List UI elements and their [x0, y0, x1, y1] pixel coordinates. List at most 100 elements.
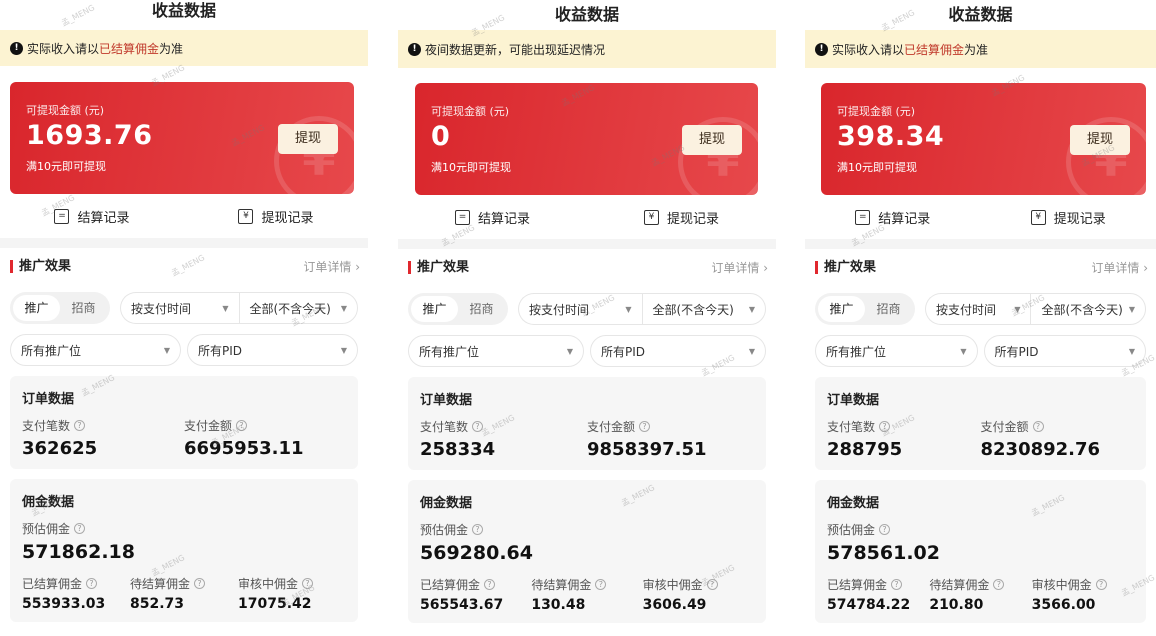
pending-value: 130.48: [531, 597, 586, 613]
pay-count-metric: 支付笔数? 362625: [22, 417, 184, 459]
position-dropdown[interactable]: 所有推广位 ▼: [815, 335, 978, 367]
review-value: 3606.49: [642, 597, 707, 613]
help-icon[interactable]: ?: [86, 578, 98, 589]
help-icon[interactable]: ?: [639, 421, 651, 432]
records-bar: = 结算记录 ¥ 提现记录: [0, 194, 368, 238]
help-icon[interactable]: ?: [194, 578, 206, 589]
help-icon[interactable]: ?: [1032, 421, 1044, 432]
pid-dropdown[interactable]: 所有PID ▼: [983, 335, 1146, 367]
promote-merchant-toggle: 推广 招商: [815, 293, 915, 325]
caret-down-icon: ▼: [748, 346, 755, 356]
pay-amount-metric: 支付金额? 9858397.51: [587, 418, 754, 460]
pid-value: 所有PID: [601, 344, 646, 359]
segment-promote[interactable]: 推广: [818, 296, 865, 322]
withdraw-records-link[interactable]: ¥ 提现记录: [184, 207, 368, 226]
pay-amount-value: 6695953.11: [184, 438, 304, 459]
pay-amount-label: 支付金额?: [587, 418, 754, 435]
help-icon[interactable]: ?: [302, 578, 314, 589]
commission-data-title: 佣金数据: [827, 496, 880, 511]
withdraw-records-link[interactable]: ¥ 提现记录: [981, 208, 1156, 227]
commission-data-box: 佣金数据 预估佣金? 578561.02 已结算佣金? 574784.22 待结…: [815, 480, 1146, 623]
help-icon[interactable]: ?: [236, 420, 248, 431]
settle-records-link[interactable]: = 结算记录: [398, 208, 587, 227]
commission-breakdown: 已结算佣金? 553933.03 待结算佣金? 852.73 审核中佣金? 17…: [22, 575, 346, 612]
help-icon[interactable]: ?: [1095, 579, 1107, 590]
time-type-dropdown[interactable]: 按支付时间 ▼: [925, 293, 1031, 325]
info-icon: !: [408, 42, 421, 56]
range-dropdown[interactable]: 全部(不含今天) ▼: [641, 293, 766, 325]
help-icon[interactable]: ?: [74, 420, 86, 431]
help-icon[interactable]: ?: [879, 524, 891, 535]
balance-label: 可提现金额 (元): [837, 105, 916, 118]
pending-label: 待结算佣金?: [531, 576, 642, 593]
withdraw-records-link[interactable]: ¥ 提现记录: [587, 208, 776, 227]
withdraw-button[interactable]: 提现: [682, 125, 742, 155]
withdraw-button[interactable]: 提现: [278, 124, 338, 154]
range-dropdown[interactable]: 全部(不含今天) ▼: [1030, 293, 1146, 325]
settle-records-link[interactable]: = 结算记录: [805, 208, 981, 227]
info-icon: !: [815, 42, 828, 56]
order-details-link[interactable]: 订单详情 ›: [711, 259, 768, 276]
segment-merchant[interactable]: 招商: [458, 296, 505, 322]
help-icon[interactable]: ?: [993, 579, 1005, 590]
pay-amount-label-text: 支付金额: [184, 419, 233, 433]
balance-label: 可提现金额 (元): [431, 105, 510, 118]
order-details-link[interactable]: 订单详情 ›: [303, 258, 360, 275]
settle-records-link[interactable]: = 结算记录: [0, 207, 184, 226]
pay-amount-label-text: 支付金额: [980, 420, 1029, 434]
notice-prefix: 实际收入请以: [832, 42, 905, 57]
withdraw-threshold-note: 满10元即可提现: [431, 161, 511, 174]
help-icon[interactable]: ?: [484, 579, 496, 590]
help-icon[interactable]: ?: [74, 523, 86, 534]
settled-value: 565543.67: [420, 597, 504, 613]
help-icon[interactable]: ?: [879, 421, 891, 432]
pay-count-value: 258334: [420, 439, 496, 460]
time-type-dropdown[interactable]: 按支付时间 ▼: [120, 292, 239, 324]
section-header: 推广效果 订单详情 ›: [0, 248, 368, 284]
help-icon[interactable]: ?: [472, 421, 484, 432]
segment-promote[interactable]: 推广: [411, 296, 458, 322]
segment-merchant[interactable]: 招商: [60, 295, 107, 321]
pid-dropdown[interactable]: 所有PID ▼: [187, 334, 358, 366]
review-metric: 审核中佣金? 3566.00: [1032, 576, 1134, 613]
position-dropdown[interactable]: 所有推广位 ▼: [10, 334, 181, 366]
section-title: 推广效果: [408, 260, 469, 274]
divider: [0, 238, 368, 248]
withdraw-button[interactable]: 提现: [1070, 125, 1130, 155]
commission-breakdown: 已结算佣金? 574784.22 待结算佣金? 210.80 审核中佣金? 35…: [827, 576, 1134, 613]
notice-bar: ! 实际收入请以已结算佣金为准: [0, 30, 368, 66]
review-label: 审核中佣金?: [1032, 576, 1134, 593]
segment-merchant[interactable]: 招商: [865, 296, 912, 322]
pending-metric: 待结算佣金? 210.80: [929, 576, 1031, 613]
withdraw-records-label: 提现记录: [261, 210, 314, 226]
pending-label-text: 待结算佣金: [531, 578, 592, 592]
caret-down-icon: ▼: [1014, 304, 1021, 314]
notice-text: 实际收入请以已结算佣金为准: [832, 41, 988, 58]
pay-count-value: 362625: [22, 438, 98, 459]
help-icon[interactable]: ?: [595, 579, 607, 590]
segment-promote[interactable]: 推广: [13, 295, 60, 321]
pay-count-label: 支付笔数?: [420, 418, 587, 435]
position-dropdown[interactable]: 所有推广位 ▼: [408, 335, 584, 367]
balance-card: 可提现金额 (元) 0 满10元即可提现 提现: [415, 83, 758, 195]
est-commission-label: 预估佣金?: [420, 521, 754, 538]
filter-row: 推广 招商 按支付时间 ▼ 全部(不含今天) ▼: [408, 293, 766, 325]
settle-records-label: 结算记录: [878, 211, 931, 227]
help-icon[interactable]: ?: [472, 524, 484, 535]
filter-row: 推广 招商 按支付时间 ▼ 全部(不含今天) ▼: [10, 292, 358, 324]
help-icon[interactable]: ?: [706, 579, 718, 590]
notice-text: 实际收入请以已结算佣金为准: [27, 40, 183, 57]
page-title: 收益数据: [151, 1, 216, 20]
caret-down-icon: ▼: [960, 346, 967, 356]
order-details-link[interactable]: 订单详情 ›: [1091, 259, 1148, 276]
time-type-dropdown[interactable]: 按支付时间 ▼: [518, 293, 642, 325]
pay-count-label-text: 支付笔数: [420, 420, 469, 434]
review-metric: 审核中佣金? 17075.42: [238, 575, 346, 612]
help-icon[interactable]: ?: [891, 579, 903, 590]
range-dropdown[interactable]: 全部(不含今天) ▼: [238, 292, 358, 324]
notice-text: 夜间数据更新，可能出现延迟情况: [425, 41, 605, 58]
pid-dropdown[interactable]: 所有PID ▼: [590, 335, 766, 367]
est-commission-label-text: 预估佣金: [827, 523, 876, 537]
notice-bar: ! 夜间数据更新，可能出现延迟情况: [398, 30, 776, 68]
pending-label: 待结算佣金?: [929, 576, 1031, 593]
